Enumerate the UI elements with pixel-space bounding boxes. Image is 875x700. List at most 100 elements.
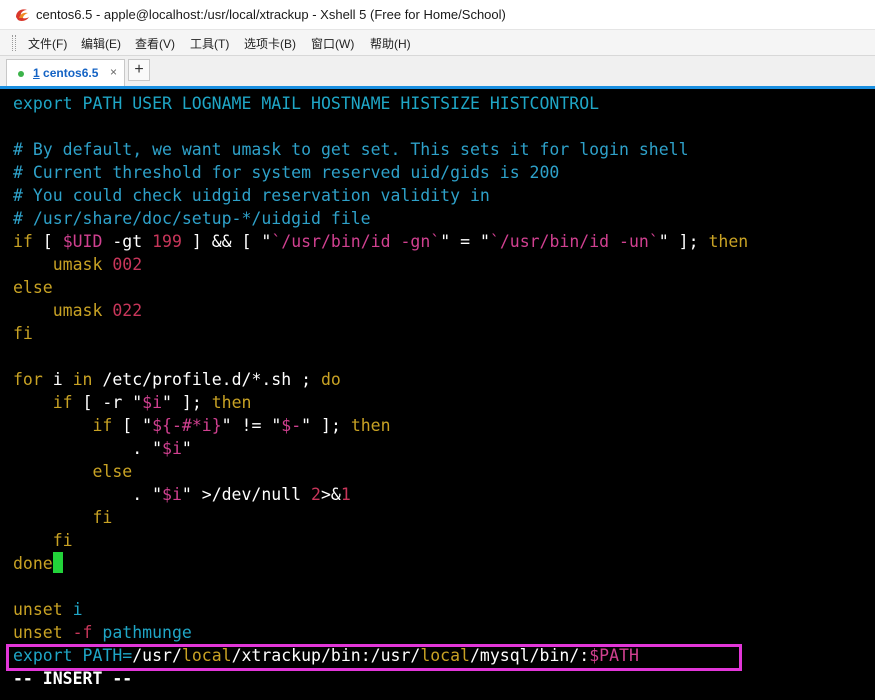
terminal-line: for i in /etc/profile.d/*.sh ; do	[13, 368, 341, 391]
xshell-logo-icon	[16, 9, 29, 21]
terminal-text: i	[42, 370, 73, 389]
terminal-text: fi	[92, 508, 113, 527]
terminal-line: # By default, we want umask to get set. …	[13, 138, 689, 161]
terminal-text: # You could check uidgid reservation val…	[13, 186, 490, 205]
terminal-line: if [ "${-#*i}" != "$-" ]; then	[13, 414, 391, 437]
terminal-text: 199	[152, 232, 182, 251]
terminal-text: " ];	[301, 416, 351, 435]
terminal-text: else	[92, 462, 133, 481]
menu-window[interactable]: 窗口(W)	[311, 35, 354, 52]
terminal-text: if	[52, 393, 73, 412]
terminal-text: "	[181, 439, 192, 458]
terminal-text: umask	[52, 301, 103, 320]
menu-view[interactable]: 查看(V)	[135, 35, 175, 52]
terminal-text: " >/dev/null	[181, 485, 312, 504]
tab-label: 1 centos6.5	[33, 66, 98, 80]
terminal-text: [ -r "	[72, 393, 143, 412]
terminal-text: unset	[13, 623, 63, 642]
menu-file[interactable]: 文件(F)	[28, 35, 67, 52]
terminal-line: fi	[13, 529, 73, 552]
terminal-text: # /usr/share/doc/setup-*/uidgid file	[13, 209, 371, 228]
terminal-text: `/usr/bin/id -gn`	[271, 232, 441, 251]
terminal-line: # Current threshold for system reserved …	[13, 161, 559, 184]
tab-name: centos6.5	[39, 66, 99, 80]
terminal-text: if	[92, 416, 113, 435]
terminal-text: if	[13, 232, 33, 251]
terminal-line: . "$i"	[13, 437, 192, 460]
terminal-area[interactable]: export PATH USER LOGNAME MAIL HOSTNAME H…	[0, 89, 875, 700]
tab-close-icon[interactable]: ×	[110, 65, 117, 79]
terminal-line: unset -f pathmunge	[13, 621, 192, 644]
window-title: centos6.5 - apple@localhost:/usr/local/x…	[36, 7, 506, 22]
terminal-line: export PATH USER LOGNAME MAIL HOSTNAME H…	[13, 92, 599, 115]
terminal-text: " ];	[162, 393, 212, 412]
tab-bar: 1 centos6.5 × +	[0, 56, 875, 86]
new-tab-button[interactable]: +	[128, 59, 150, 81]
terminal-text: [ "	[112, 416, 153, 435]
terminal-text: -gt	[102, 232, 153, 251]
terminal-text: [	[32, 232, 63, 251]
terminal-text: 022	[112, 301, 143, 320]
terminal-text: `/usr/bin/id -un`	[489, 232, 659, 251]
terminal-text: " != "	[221, 416, 282, 435]
terminal-text: else	[13, 278, 53, 297]
terminal-text: export PATH USER LOGNAME MAIL HOSTNAME H…	[13, 94, 600, 113]
terminal-line: if [ -r "$i" ]; then	[13, 391, 252, 414]
terminal-text: then	[211, 393, 252, 412]
terminal-text: i	[72, 600, 83, 619]
terminal-line: unset i	[13, 598, 83, 621]
terminal-text: do	[320, 370, 341, 389]
menu-tabs[interactable]: 选项卡(B)	[244, 35, 296, 52]
terminal-line: fi	[13, 506, 112, 529]
terminal-text: $-	[281, 416, 302, 435]
terminal-line: fi	[13, 322, 33, 345]
menu-edit[interactable]: 编辑(E)	[81, 35, 121, 52]
menu-grip-handle[interactable]	[12, 35, 16, 51]
terminal-text: /etc/profile.d/*.sh ;	[92, 370, 321, 389]
terminal-text: $i	[162, 485, 182, 504]
menu-help[interactable]: 帮助(H)	[370, 35, 411, 52]
terminal-line: # /usr/share/doc/setup-*/uidgid file	[13, 207, 371, 230]
terminal-text: # Current threshold for system reserved …	[13, 163, 560, 182]
terminal-text: umask	[52, 255, 103, 274]
terminal-text: $i	[162, 439, 182, 458]
highlight-box	[6, 644, 742, 671]
terminal-text: $i	[142, 393, 163, 412]
terminal-text: " = "	[440, 232, 490, 251]
terminal-line: else	[13, 460, 132, 483]
terminal-line: . "$i" >/dev/null 2>&1	[13, 483, 351, 506]
terminal-text: fi	[13, 324, 33, 343]
tab-number: 1	[33, 66, 40, 80]
terminal-text: ] && [ "	[181, 232, 272, 251]
terminal-text: -f	[72, 623, 93, 642]
terminal-text: " ];	[658, 232, 709, 251]
terminal-line: if [ $UID -gt 199 ] && [ "`/usr/bin/id -…	[13, 230, 748, 253]
terminal-text: . "	[13, 485, 163, 504]
terminal-text: -- INSERT --	[13, 669, 133, 688]
terminal-text: 2	[311, 485, 321, 504]
title-bar: centos6.5 - apple@localhost:/usr/local/x…	[0, 0, 875, 30]
terminal-text: 1	[340, 485, 351, 504]
connection-status-icon	[18, 71, 24, 77]
terminal-line: else	[13, 276, 53, 299]
terminal-text: for	[13, 370, 43, 389]
terminal-text: then	[708, 232, 749, 251]
terminal-text: then	[350, 416, 391, 435]
tab-centos[interactable]: 1 centos6.5 ×	[6, 59, 125, 86]
terminal-line: done	[13, 552, 63, 575]
terminal-line: umask 022	[13, 299, 142, 322]
menu-tools[interactable]: 工具(T)	[190, 35, 229, 52]
terminal-line: # You could check uidgid reservation val…	[13, 184, 490, 207]
